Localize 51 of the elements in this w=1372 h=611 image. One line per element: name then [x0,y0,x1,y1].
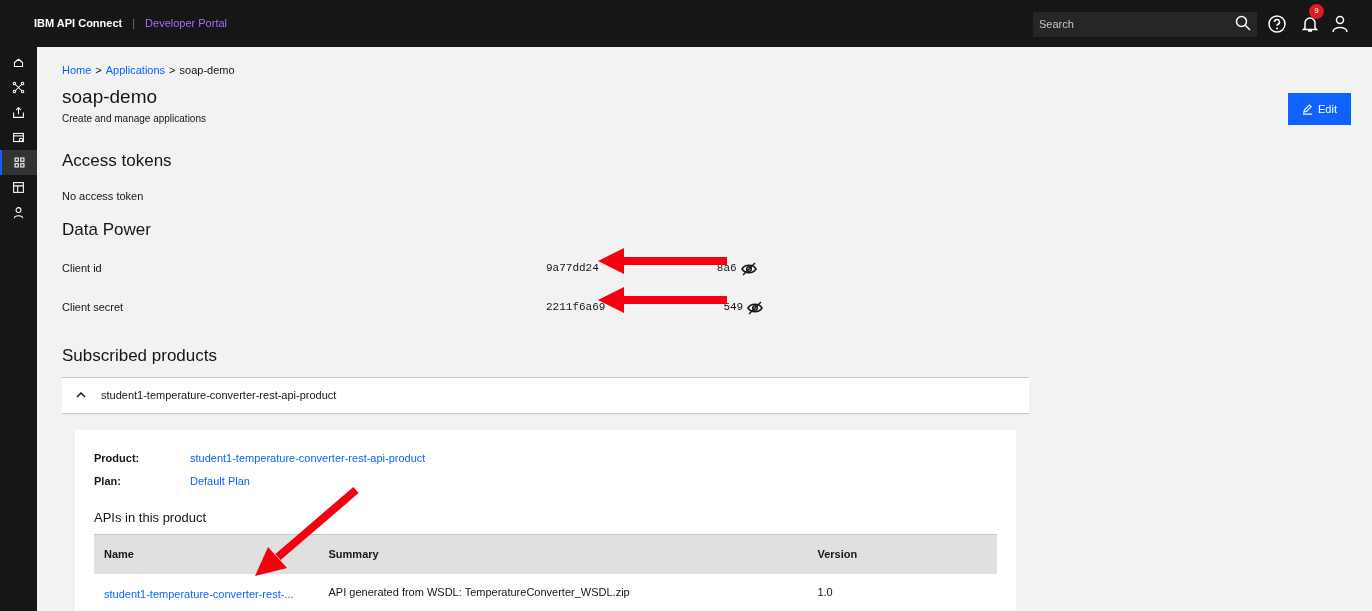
notification-badge: 9 [1309,3,1324,19]
grid-icon [13,156,26,169]
table-cell-text: API generated from WSDL: TemperatureConverter_WSDL.zip [327,585,631,601]
search-field[interactable]: Search [1033,11,1257,37]
separator: | [132,16,136,32]
browser-search-icon [12,131,25,144]
value-start: 2211f6a69 [546,300,606,316]
field-label: Client secret [62,300,125,316]
product-name: student1-temperature-converter-rest-api-product [101,387,337,403]
search-icon[interactable] [1235,15,1251,31]
section-heading: APIs in this product [94,508,207,527]
network-icon [12,81,25,94]
section-heading: Access tokens [62,149,173,172]
table-cell-text: 1.0 [816,585,834,601]
breadcrumb-link[interactable]: Home [62,62,92,79]
detail-link[interactable]: student1-temperature-converter-rest-api-product [190,449,426,467]
field-label: Client id [62,261,103,277]
page-title: soap-demo [62,84,159,109]
portal-name: Developer Portal [145,16,227,32]
section-heading: Subscribed products [62,345,218,367]
notification-icon[interactable] [1301,14,1319,33]
brand-name: IBM API Connect [34,16,123,32]
eye-slash-icon[interactable] [747,300,764,315]
column-header: Version [816,547,859,563]
column-header: Summary [327,547,380,563]
sidebar-item[interactable] [0,150,37,175]
section-heading: Data Power [62,218,152,241]
page-subtitle: Create and manage applications [62,111,207,126]
detail-link[interactable]: Default Plan [190,472,250,490]
breadcrumb-current: soap-demo [179,63,235,78]
detail-label: Product: [94,450,141,466]
value-start: 9a77dd24 [546,261,599,277]
api-link[interactable]: student1-temperature-converter-rest-... [104,587,294,600]
chevron-up-icon[interactable] [76,392,86,398]
table-icon [12,181,25,194]
help-icon[interactable] [1268,14,1286,33]
user-icon [12,206,25,219]
detail-label: Plan: [94,473,122,489]
user-icon[interactable] [1332,14,1348,33]
breadcrumb-separator: > [95,63,102,78]
home-icon [12,56,25,69]
pencil-icon [1302,103,1313,115]
breadcrumb-separator: > [169,63,176,78]
empty-message: No access token [62,189,145,204]
edit-button[interactable]: Edit [1288,93,1351,125]
value-end: 549 [723,300,744,316]
eye-slash-icon[interactable] [740,261,757,276]
upload-icon [12,106,25,119]
breadcrumb-link[interactable]: Applications [105,62,166,79]
column-header: Name [103,547,135,563]
accordion-header[interactable]: student1-temperature-converter-rest-api-product [62,376,1029,414]
